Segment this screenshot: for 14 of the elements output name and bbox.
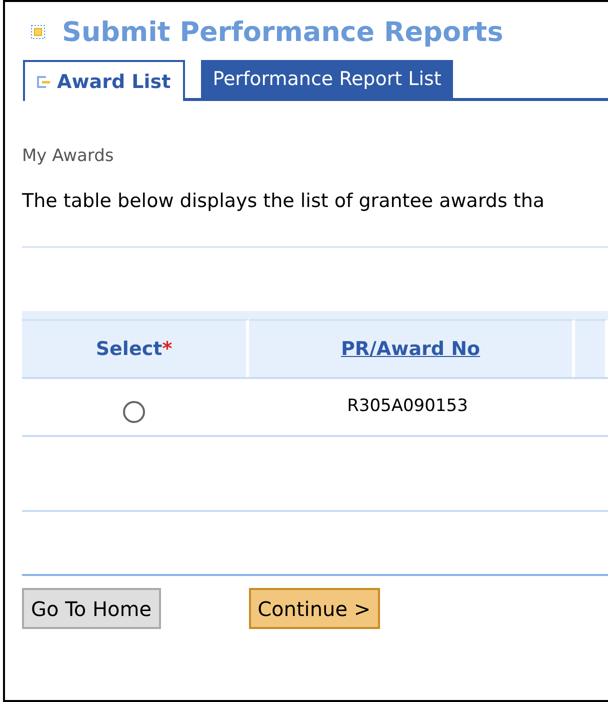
tab[interactable]: Award List <box>23 60 185 101</box>
section-title: My Awards <box>22 146 115 166</box>
tab[interactable]: Performance Report List <box>200 60 454 98</box>
radio-button[interactable] <box>123 401 145 423</box>
column-header-link[interactable]: PR/Award No <box>340 338 480 360</box>
home-button[interactable]: Go To Home <box>22 588 161 629</box>
description-text: The table below displays the list of grantee awards tha <box>22 190 546 212</box>
page-title: Submit Performance Reports <box>62 16 504 48</box>
required-asterisk: * <box>162 338 172 360</box>
continue-button[interactable]: Continue > <box>248 588 380 629</box>
page-icon <box>31 25 45 39</box>
column-header: Select <box>96 338 162 360</box>
table-cell-text: R305A090153 <box>346 395 469 418</box>
exit-icon <box>37 76 51 88</box>
